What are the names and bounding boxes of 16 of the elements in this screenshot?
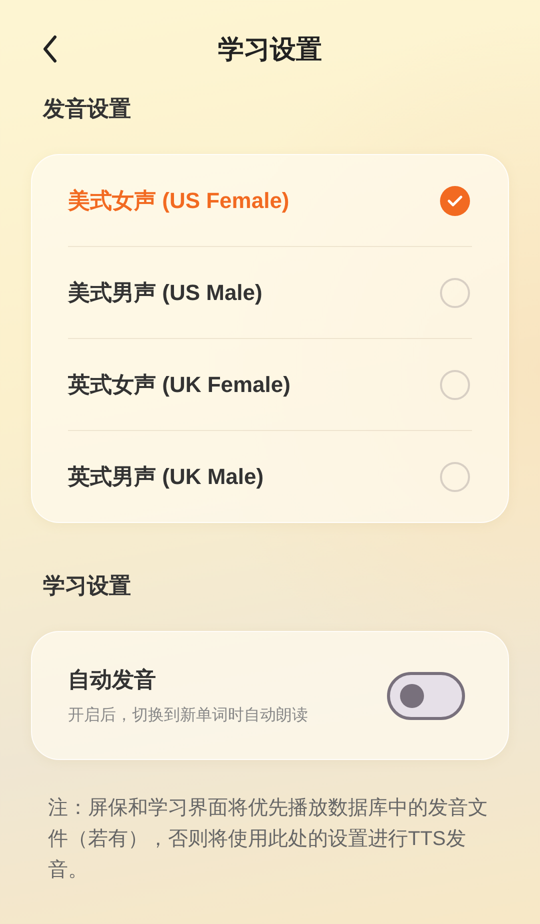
radio-button[interactable] bbox=[440, 278, 470, 308]
note-text: 注：屏保和学习界面将优先播放数据库中的发音文件（若有），否则将使用此处的设置进行TTS发音。 bbox=[48, 796, 489, 883]
radio-button[interactable] bbox=[440, 462, 470, 492]
setting-description: 开启后，切换到新单词时自动朗读 bbox=[68, 706, 308, 726]
toggle-switch[interactable] bbox=[387, 672, 465, 720]
check-icon bbox=[447, 194, 463, 206]
section-title: 发音设置 bbox=[43, 98, 132, 123]
setting-label: 自动发音 bbox=[68, 666, 157, 694]
voice-option[interactable]: 英式女声 (UK Female) bbox=[68, 370, 290, 400]
radio-button[interactable] bbox=[440, 370, 470, 400]
back-icon bbox=[42, 35, 58, 63]
voice-option[interactable]: 美式男声 (US Male) bbox=[68, 278, 262, 308]
page-title: 学习设置 bbox=[218, 32, 322, 66]
voice-option[interactable]: 英式男声 (UK Male) bbox=[68, 462, 264, 492]
section-title: 学习设置 bbox=[43, 575, 132, 600]
radio-button[interactable] bbox=[440, 186, 470, 216]
